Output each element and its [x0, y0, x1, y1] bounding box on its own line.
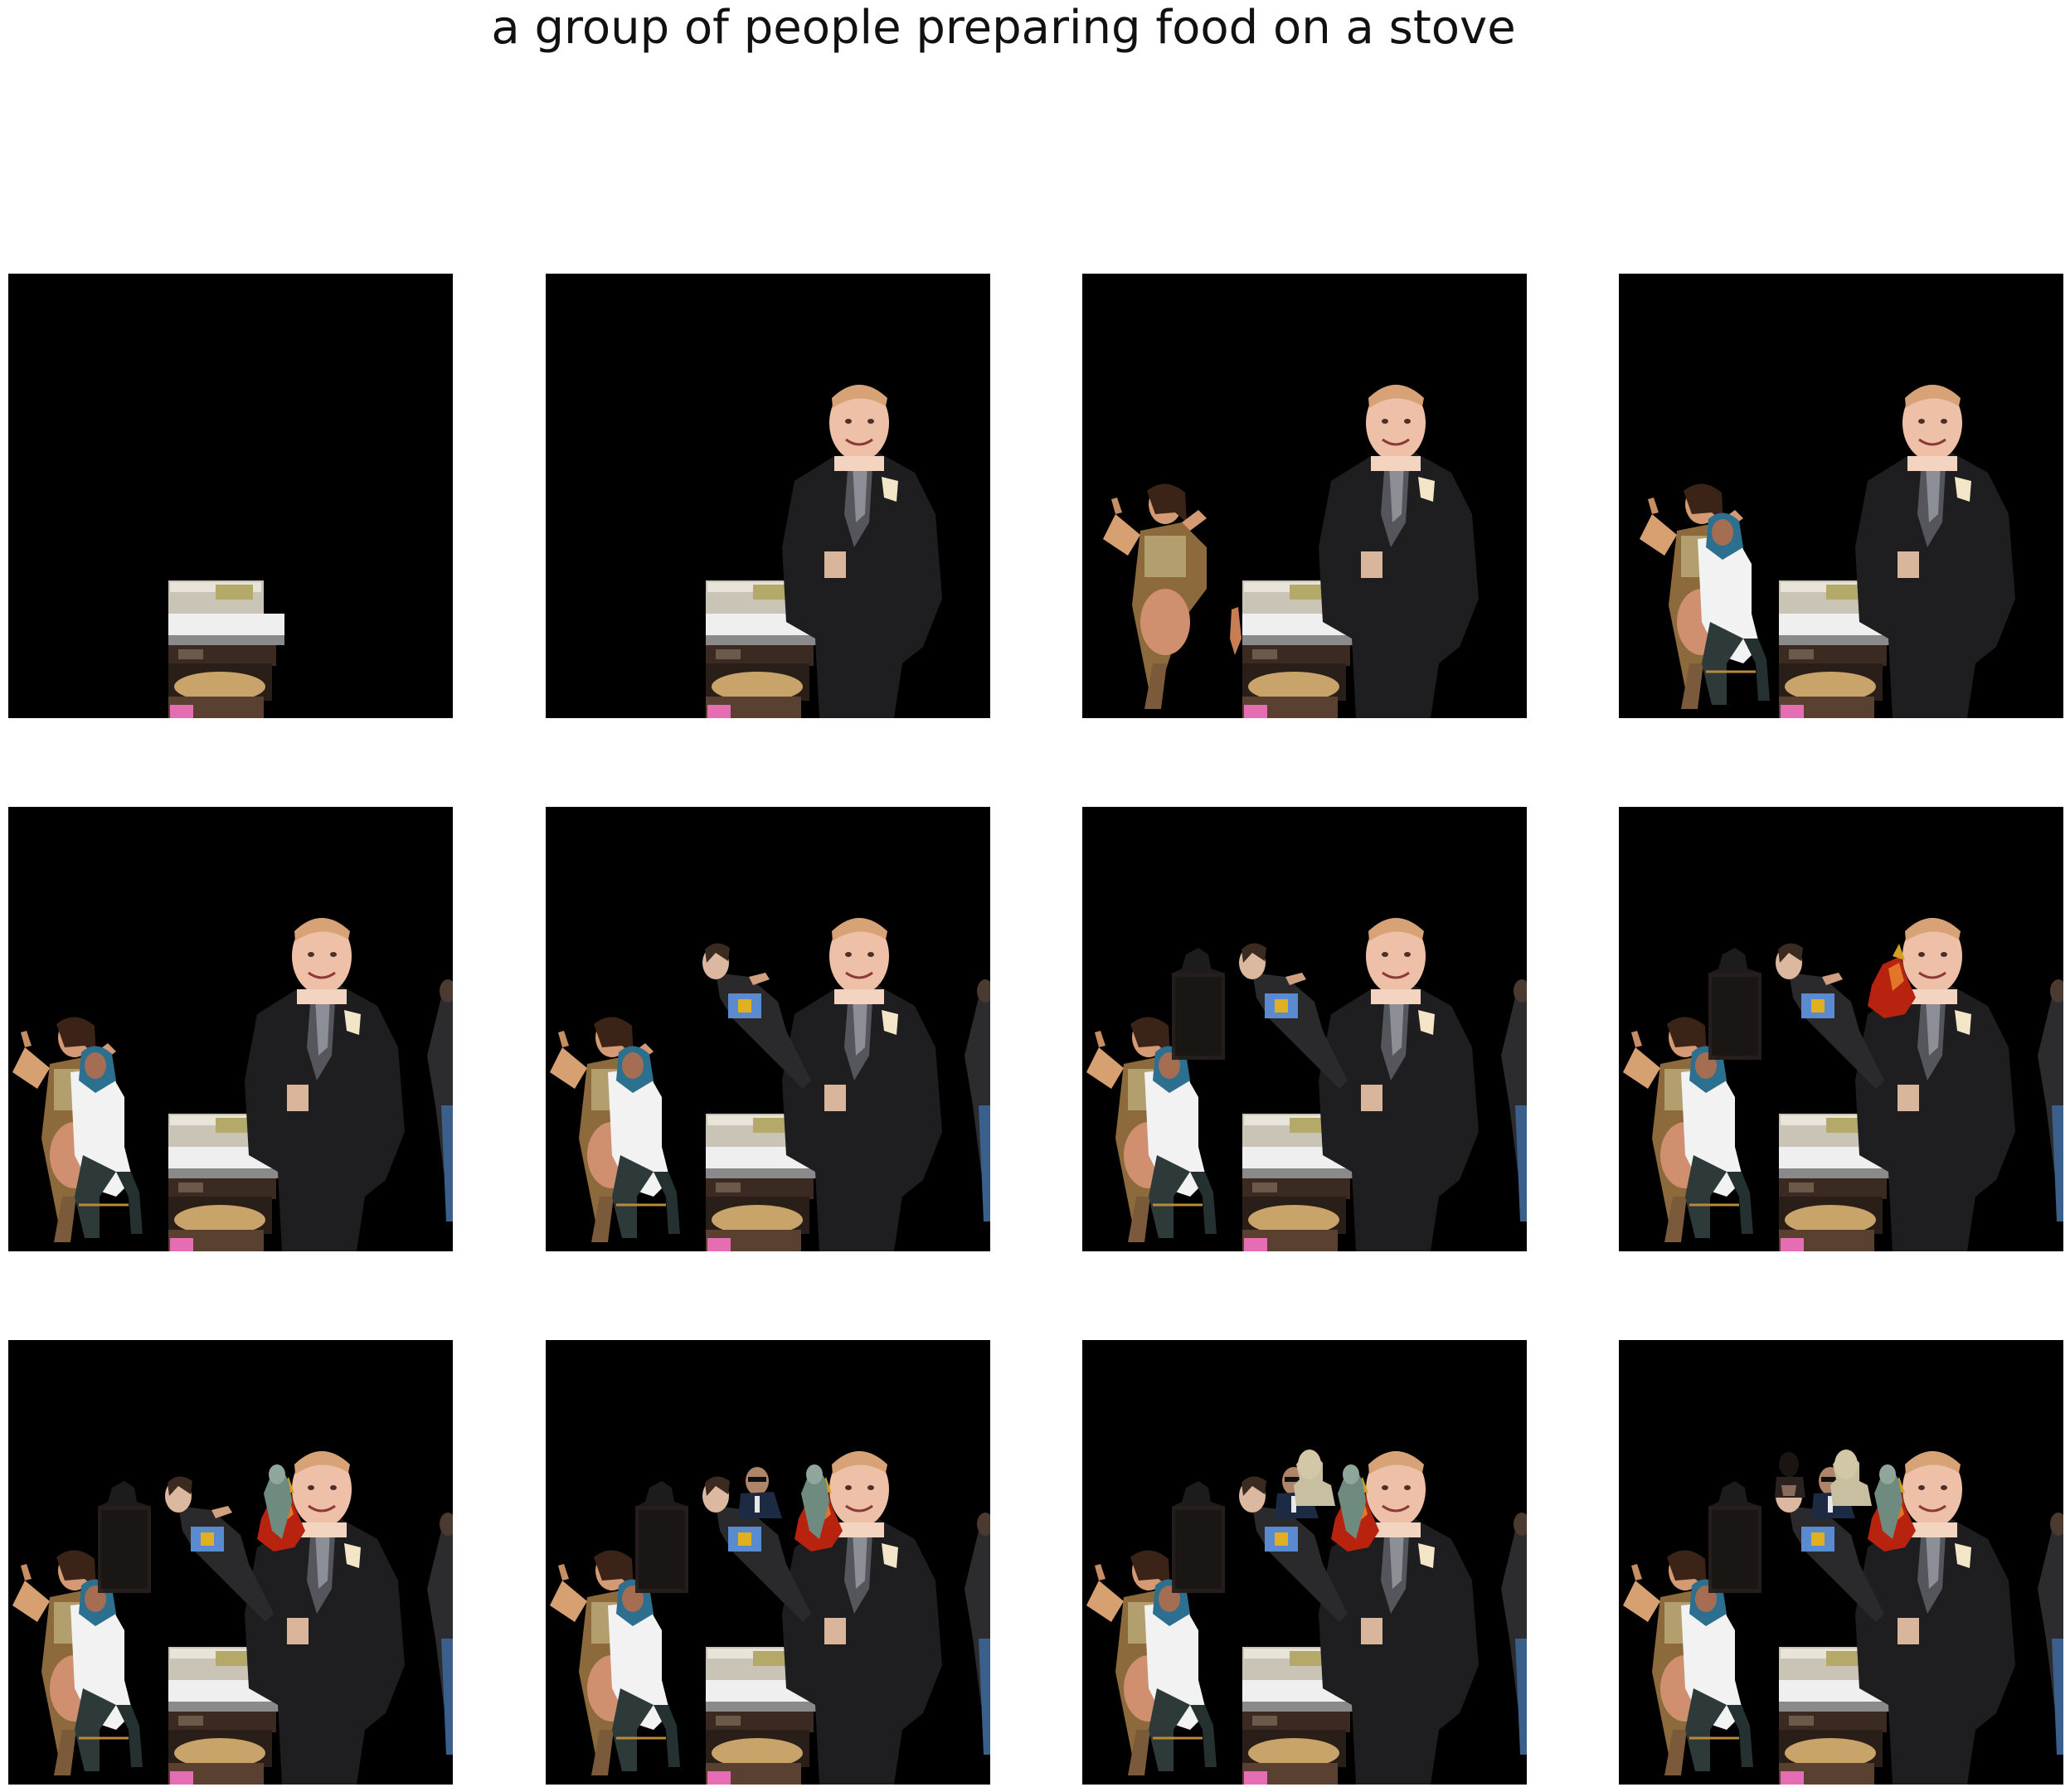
generation-step-9 — [8, 1340, 453, 1785]
panel-scene — [1619, 274, 2063, 718]
generation-step-4 — [1619, 274, 2063, 718]
panel-scene — [1082, 807, 1527, 1251]
generation-step-11 — [1082, 1340, 1527, 1785]
panel-scene — [1619, 1340, 2063, 1785]
panel-scene — [1619, 807, 2063, 1251]
generation-step-2 — [546, 274, 990, 718]
panel-scene — [8, 1340, 453, 1785]
panel-scene — [8, 807, 453, 1251]
panel-scene — [546, 274, 990, 718]
generation-step-8 — [1619, 807, 2063, 1251]
panel-scene — [546, 807, 990, 1251]
panel-scene — [1082, 274, 1527, 718]
generation-step-3 — [1082, 274, 1527, 718]
generation-step-6 — [546, 807, 990, 1251]
generation-step-12 — [1619, 1340, 2063, 1785]
panel-scene — [8, 274, 453, 718]
panel-scene — [546, 1340, 990, 1785]
generation-step-7 — [1082, 807, 1527, 1251]
image-grid — [0, 0, 2070, 1792]
generation-step-10 — [546, 1340, 990, 1785]
panel-scene — [1082, 1340, 1527, 1785]
generation-step-5 — [8, 807, 453, 1251]
generation-step-1 — [8, 274, 453, 718]
